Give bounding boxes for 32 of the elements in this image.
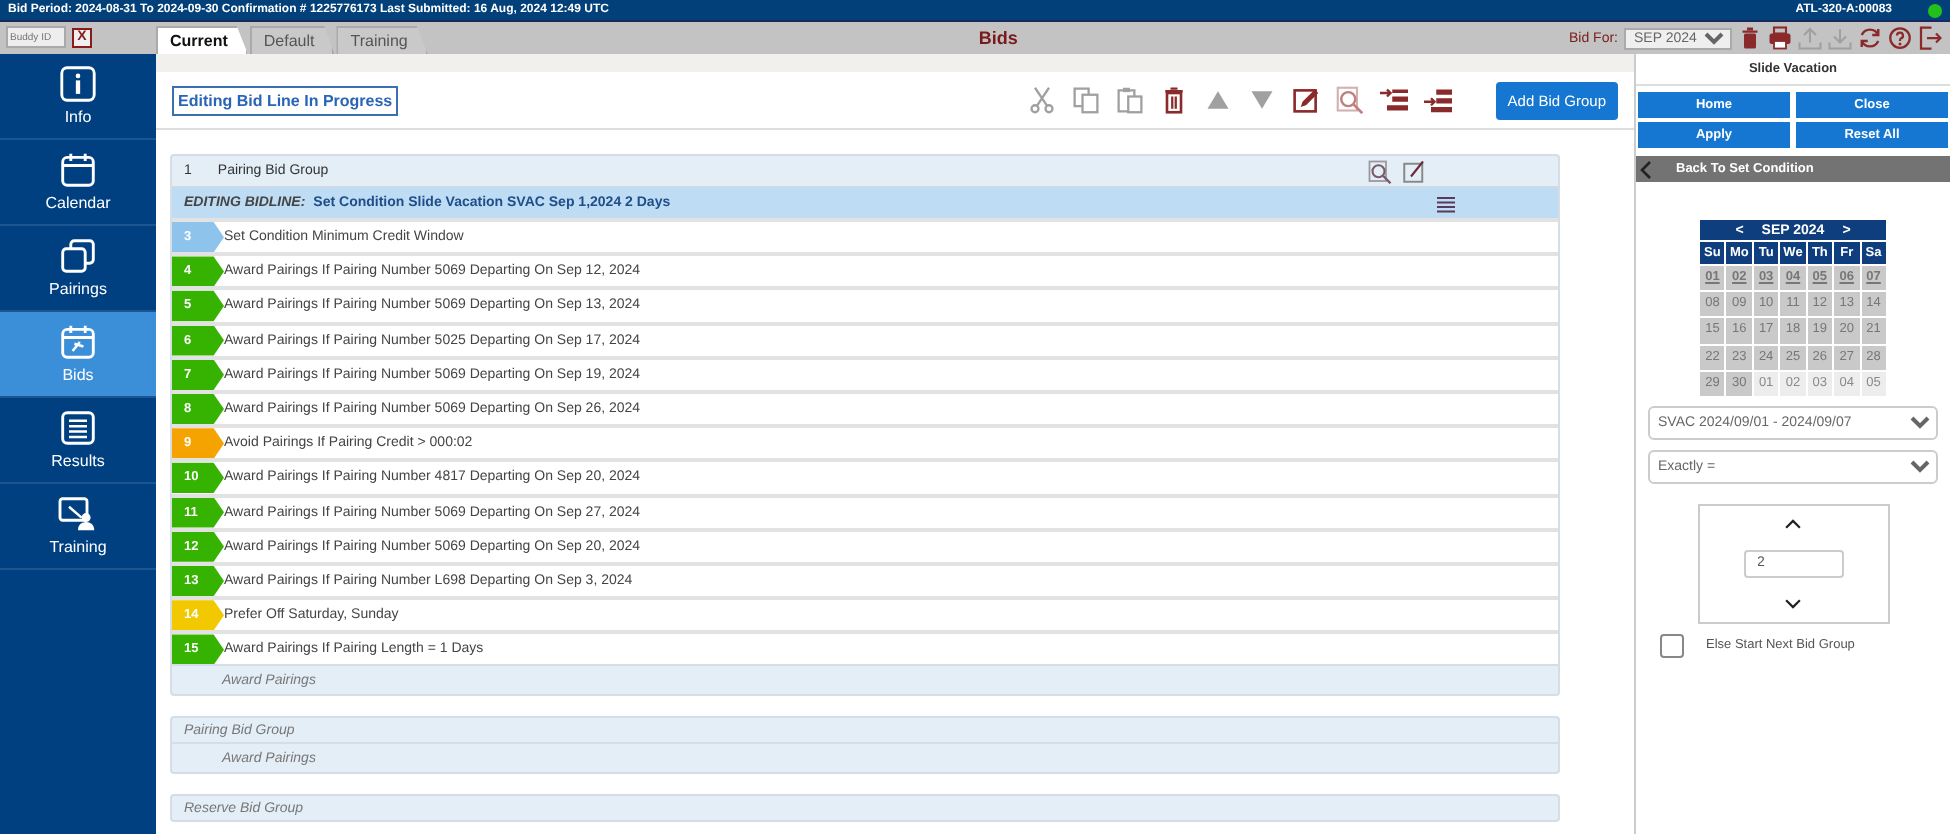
print-icon[interactable]	[1768, 26, 1792, 50]
tab[interactable]: Training	[336, 26, 428, 54]
editing-status: Editing Bid Line In Progress	[172, 85, 399, 115]
menu-icon[interactable]	[1434, 191, 1458, 215]
refresh-icon[interactable]	[1858, 26, 1882, 50]
list-icon	[60, 410, 96, 446]
checkbox[interactable]	[1660, 633, 1684, 658]
exit-icon[interactable]	[1918, 26, 1942, 50]
sidebar-item[interactable]: Bids	[0, 312, 156, 398]
pairings-icon	[60, 238, 96, 274]
calendar-icon	[60, 152, 96, 188]
copy-icon[interactable]	[1071, 86, 1100, 114]
page-title: Bids	[976, 28, 1020, 48]
tab[interactable]: Current	[156, 26, 248, 54]
insert-above-icon[interactable]	[1379, 86, 1408, 114]
presenter-icon	[58, 496, 98, 532]
paste-icon[interactable]	[1115, 86, 1144, 114]
delete-icon[interactable]	[1159, 86, 1188, 114]
move-up-icon[interactable]	[1203, 86, 1232, 114]
back-icon	[1640, 159, 1652, 179]
edit-icon[interactable]	[1402, 159, 1426, 183]
tab[interactable]: Default	[249, 26, 335, 54]
trash-icon[interactable]	[1738, 26, 1762, 50]
cut-icon[interactable]	[1027, 86, 1056, 114]
calendar-plane-icon	[60, 324, 96, 360]
insert-below-icon[interactable]	[1423, 86, 1452, 114]
move-down-icon[interactable]	[1247, 86, 1276, 114]
search-icon[interactable]	[1335, 86, 1364, 114]
search-icon[interactable]	[1368, 159, 1392, 183]
info-icon	[60, 66, 96, 102]
edit-icon[interactable]	[1291, 86, 1320, 114]
help-icon[interactable]	[1888, 26, 1912, 50]
